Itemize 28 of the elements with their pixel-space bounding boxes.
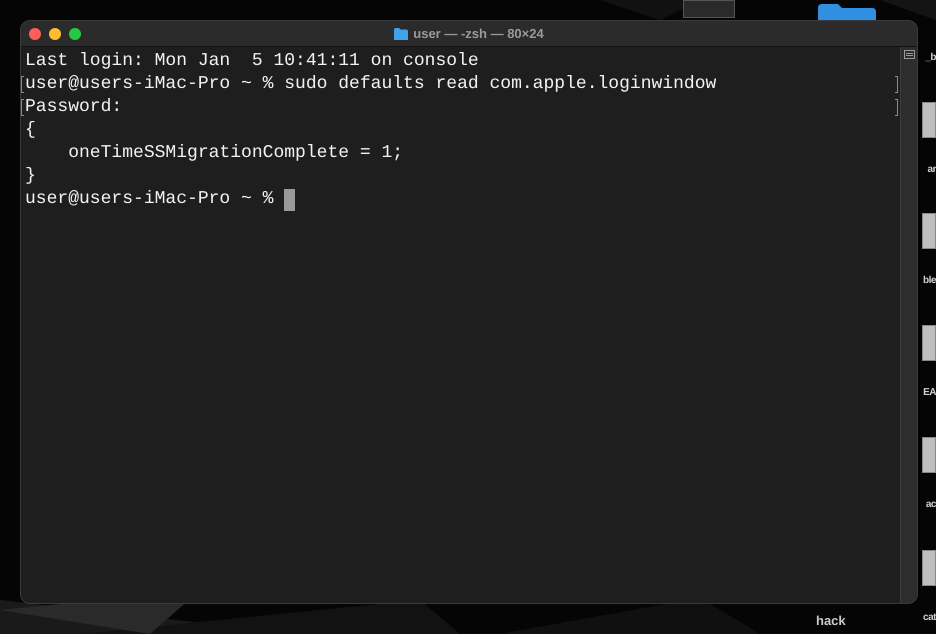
file-thumbnail-icon[interactable]	[922, 213, 936, 249]
folder-icon[interactable]	[818, 4, 876, 20]
file-thumbnail-icon[interactable]	[922, 325, 936, 361]
minimize-button[interactable]	[49, 28, 61, 40]
terminal-line: Password:	[25, 96, 122, 119]
thumbnail-icon[interactable]	[683, 0, 735, 18]
file-label[interactable]: cat	[923, 610, 936, 625]
folder-icon	[394, 28, 408, 40]
file-label[interactable]: ble	[923, 273, 936, 288]
file-label[interactable]: hack	[816, 611, 846, 630]
terminal-line: oneTimeSSMigrationComplete = 1;	[67, 142, 404, 165]
terminal-line: {	[25, 119, 36, 142]
terminal-line: user@users-iMac-Pro ~ %	[25, 188, 274, 211]
window-title: user — -zsh — 80×24	[413, 24, 544, 43]
terminal-line: Last login: Mon Jan 5 10:41:11 on console	[25, 50, 479, 73]
file-label[interactable]: EA	[923, 385, 936, 400]
terminal-line: }	[25, 165, 36, 188]
file-thumbnail-icon[interactable]	[922, 102, 936, 138]
file-label[interactable]: ar	[928, 162, 936, 177]
file-label[interactable]: ac	[926, 497, 936, 512]
file-thumbnail-icon[interactable]	[922, 437, 936, 473]
split-pane-icon[interactable]	[904, 50, 914, 59]
terminal-line: user@users-iMac-Pro ~ % sudo defaults read com.apple.loginwindow	[25, 73, 716, 96]
zoom-button[interactable]	[69, 28, 81, 40]
file-thumbnail-icon[interactable]	[922, 550, 936, 586]
scroll-bar[interactable]	[900, 47, 917, 603]
file-label[interactable]: _b	[925, 50, 936, 65]
close-button[interactable]	[29, 28, 41, 40]
